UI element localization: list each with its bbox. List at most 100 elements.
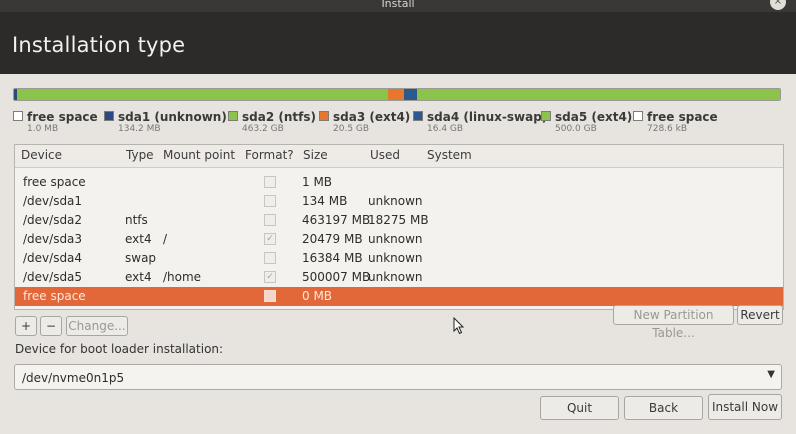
bootloader-device-select[interactable]: /dev/nvme0n1p5 ▼ xyxy=(14,364,782,390)
column-header[interactable]: System xyxy=(427,148,472,162)
legend-name: sda4 (linux-swap) xyxy=(427,110,548,124)
table-header: Device Type Mount point Format? Size Used Syst… xyxy=(15,145,783,168)
legend-item: sda2 (ntfs) 463.2 GB xyxy=(228,106,316,134)
new-partition-table-button[interactable]: New Partition Table... xyxy=(613,305,734,340)
legend-size: 463.2 GB xyxy=(242,124,284,134)
legend-swatch xyxy=(228,110,238,121)
legend-name: sda1 (unknown) xyxy=(118,110,227,124)
format-checkbox[interactable] xyxy=(264,252,276,264)
legend-name: sda5 (ext4) xyxy=(555,110,633,124)
legend-name: free space xyxy=(27,110,98,124)
used-cell: unknown xyxy=(368,270,423,284)
page-header: Installation type xyxy=(0,12,796,74)
format-checkbox[interactable]: ✓ xyxy=(264,271,276,283)
device-cell: /dev/sda1 xyxy=(23,194,83,208)
format-checkbox[interactable] xyxy=(264,176,276,188)
window-title: Install xyxy=(381,0,415,10)
legend-size: 20.5 GB xyxy=(333,124,370,134)
legend-item: free space 1.0 MB xyxy=(13,106,98,134)
partition-legend: free space 1.0 MB sda1 (unknown) 134.2 MB sd… xyxy=(13,106,788,134)
used-cell: 18275 MB xyxy=(368,213,429,227)
add-partition-button[interactable]: + xyxy=(15,316,37,336)
format-checkbox[interactable] xyxy=(264,290,276,302)
size-cell: 134 MB xyxy=(302,194,348,208)
mount-point-cell: / xyxy=(163,232,168,246)
partition-bar-segment xyxy=(17,89,388,100)
table-row[interactable]: /dev/sda1 134 MB unknown xyxy=(15,192,783,211)
partition-bar-segment xyxy=(387,89,404,100)
install-now-button[interactable]: Install Now xyxy=(708,394,782,420)
type-cell: ext4 xyxy=(125,270,152,284)
legend-size: 16.4 GB xyxy=(427,124,464,134)
format-checkbox[interactable] xyxy=(264,195,276,207)
partition-table[interactable]: Device Type Mount point Format? Size Used Syst… xyxy=(14,144,784,310)
table-row[interactable]: /dev/sda3 ext4 / 20479 MB unknown ✓ xyxy=(15,230,783,249)
table-row[interactable]: /dev/sda2 ntfs 463197 MB 18275 MB xyxy=(15,211,783,230)
chevron-down-icon: ▼ xyxy=(767,369,775,380)
mount-point-cell: /home xyxy=(163,270,202,284)
size-cell: 16384 MB xyxy=(302,251,363,265)
legend-item: sda1 (unknown) 134.2 MB xyxy=(104,106,227,134)
table-row[interactable]: free space 0 MB xyxy=(15,287,783,306)
legend-name: free space xyxy=(647,110,718,124)
legend-name: sda3 (ext4) xyxy=(333,110,411,124)
type-cell: ntfs xyxy=(125,213,148,227)
device-cell: /dev/sda5 xyxy=(23,270,83,284)
size-cell: 463197 MB xyxy=(302,213,371,227)
column-header[interactable]: Device xyxy=(21,148,62,162)
used-cell: unknown xyxy=(368,251,423,265)
device-cell: /dev/sda4 xyxy=(23,251,83,265)
format-checkbox[interactable]: ✓ xyxy=(264,233,276,245)
legend-size: 728.6 kB xyxy=(647,124,688,134)
partition-bar xyxy=(13,88,781,101)
legend-item: sda5 (ext4) 500.0 GB xyxy=(541,106,632,134)
used-cell: unknown xyxy=(368,232,423,246)
column-header[interactable]: Mount point xyxy=(163,148,235,162)
legend-swatch xyxy=(633,110,643,121)
close-icon[interactable]: × xyxy=(770,0,786,10)
quit-button[interactable]: Quit xyxy=(540,396,619,420)
bootloader-label: Device for boot loader installation: xyxy=(15,342,224,356)
legend-size: 500.0 GB xyxy=(555,124,597,134)
main-content: free space 1.0 MB sda1 (unknown) 134.2 MB sd… xyxy=(0,74,796,434)
change-partition-button[interactable]: Change... xyxy=(66,316,128,336)
legend-swatch xyxy=(104,110,114,121)
device-cell: /dev/sda3 xyxy=(23,232,83,246)
remove-partition-button[interactable]: − xyxy=(40,316,62,336)
revert-button[interactable]: Revert xyxy=(737,305,783,325)
partition-bar-segment xyxy=(403,89,417,100)
device-cell: free space xyxy=(23,175,86,189)
legend-size: 1.0 MB xyxy=(27,124,59,134)
legend-size: 134.2 MB xyxy=(118,124,161,134)
mouse-cursor-icon xyxy=(453,317,465,335)
size-cell: 20479 MB xyxy=(302,232,363,246)
legend-item: sda3 (ext4) 20.5 GB xyxy=(319,106,410,134)
size-cell: 0 MB xyxy=(302,289,333,303)
device-cell: /dev/sda2 xyxy=(23,213,83,227)
legend-item: sda4 (linux-swap) 16.4 GB xyxy=(413,106,547,134)
legend-item: free space 728.6 kB xyxy=(633,106,718,134)
page-title: Installation type xyxy=(12,33,186,57)
column-header[interactable]: Size xyxy=(303,148,328,162)
format-checkbox[interactable] xyxy=(264,214,276,226)
table-row[interactable]: /dev/sda5 ext4/home 500007 MB unknown ✓ xyxy=(15,268,783,287)
table-row[interactable]: free space 1 MB xyxy=(15,173,783,192)
table-row[interactable]: /dev/sda4 swap 16384 MB unknown xyxy=(15,249,783,268)
column-header[interactable]: Type xyxy=(126,148,154,162)
type-cell: swap xyxy=(125,251,157,265)
legend-swatch xyxy=(319,110,329,121)
used-cell: unknown xyxy=(368,194,423,208)
column-header[interactable]: Used xyxy=(370,148,400,162)
partition-bar-segment xyxy=(416,89,780,100)
bootloader-device-value: /dev/nvme0n1p5 xyxy=(22,371,125,385)
legend-swatch xyxy=(413,110,423,121)
size-cell: 500007 MB xyxy=(302,270,371,284)
window-titlebar: Install × xyxy=(0,0,796,12)
back-button[interactable]: Back xyxy=(624,396,703,420)
legend-swatch xyxy=(13,110,23,121)
device-cell: free space xyxy=(23,289,86,303)
column-header[interactable]: Format? xyxy=(245,148,294,162)
size-cell: 1 MB xyxy=(302,175,333,189)
legend-name: sda2 (ntfs) xyxy=(242,110,316,124)
legend-swatch xyxy=(541,110,551,121)
